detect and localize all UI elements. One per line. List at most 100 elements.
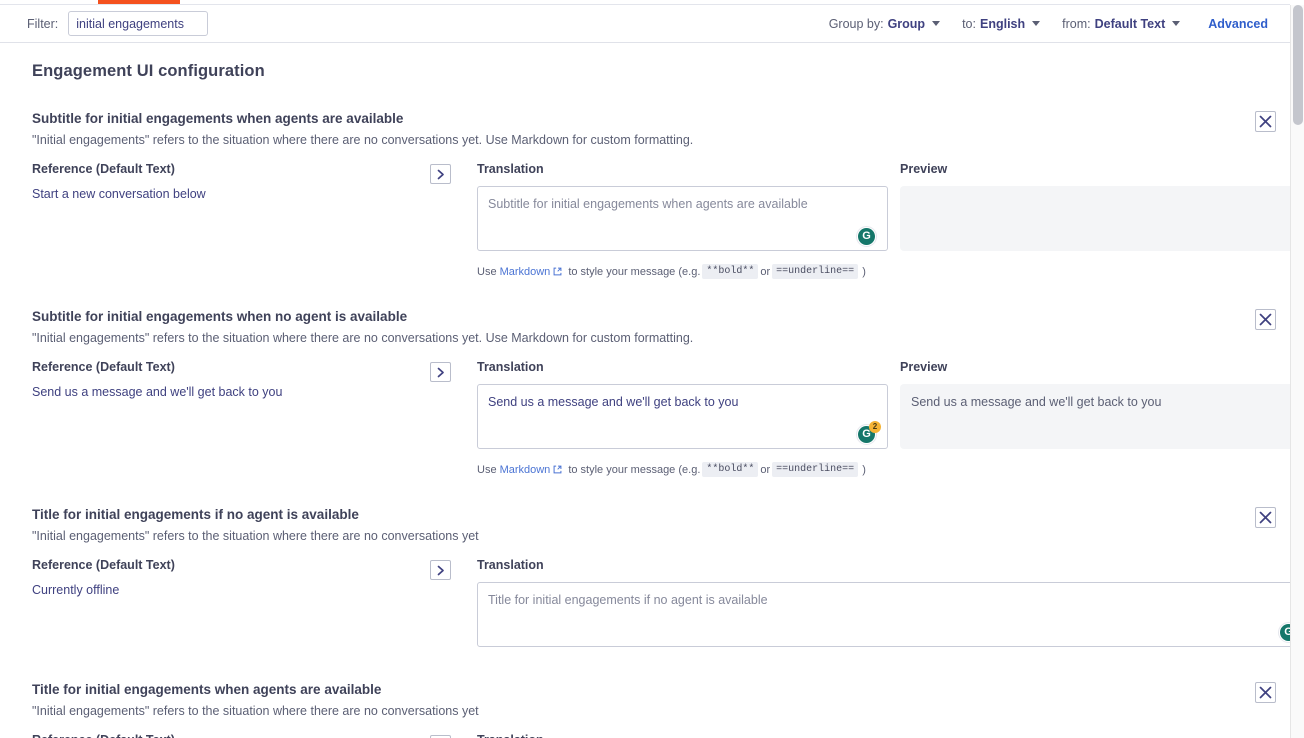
assistant-suggestion-count: 2 [869, 421, 881, 433]
markdown-underline-example: ==underline== [772, 462, 859, 477]
sections-list: Subtitle for initial engagements when ag… [0, 111, 1290, 738]
filter-input[interactable] [68, 11, 209, 36]
copy-reference-column [425, 162, 456, 184]
preview-column: Preview [900, 162, 1290, 251]
markdown-underline-example: ==underline== [772, 264, 859, 279]
chevron-down-icon[interactable] [1172, 21, 1181, 26]
section-columns: Reference (Default Text) Send us a messag… [32, 360, 1290, 477]
markdown-hint-close: ) [862, 265, 866, 278]
writing-assistant-glyph: G [1280, 624, 1290, 641]
remove-section-button[interactable] [1255, 111, 1276, 132]
vertical-scrollbar[interactable] [1290, 5, 1304, 738]
to-prefix: to: [962, 16, 976, 31]
writing-assistant-icon[interactable]: G [856, 226, 877, 247]
chevron-down-icon[interactable] [932, 21, 941, 26]
translation-label: Translation [477, 558, 544, 572]
reference-column: Reference (Default Text) Send us a messag… [32, 360, 425, 402]
markdown-hint-middle: to style your message (e.g. [568, 463, 701, 476]
reference-label: Reference (Default Text) [32, 360, 175, 374]
section-columns: Reference (Default Text) Start a new conv… [32, 162, 1290, 279]
chevron-down-icon[interactable] [1032, 21, 1041, 26]
section-description: "Initial engagements" refers to the situ… [32, 331, 694, 345]
markdown-link[interactable]: Markdown [500, 464, 551, 476]
markdown-hint-close: ) [862, 463, 866, 476]
translation-column: TranslationG [477, 733, 1290, 738]
translation-textarea[interactable] [477, 582, 1290, 647]
preview-label: Preview [900, 360, 948, 374]
markdown-bold-example: **bold** [702, 462, 759, 477]
preview-content [900, 186, 1290, 251]
copy-reference-button[interactable] [430, 164, 451, 184]
translation-section: Title for initial engagements if no agen… [0, 507, 1290, 652]
reference-label: Reference (Default Text) [32, 558, 175, 572]
markdown-hint: Use Markdown to style your message (e.g. **… [477, 264, 888, 279]
markdown-hint-or: or [760, 463, 771, 476]
reference-column: Reference (Default Text) Currently offlin… [32, 558, 425, 600]
section-title: Title for initial engagements if no agen… [32, 507, 359, 522]
external-link-icon [553, 465, 562, 474]
remove-section-button[interactable] [1255, 507, 1276, 528]
section-description: "Initial engagements" refers to the situ… [32, 529, 479, 543]
section-header: Title for initial engagements when agent… [32, 682, 1258, 718]
scrollbar-thumb[interactable] [1293, 5, 1303, 125]
markdown-hint-use: Use [477, 265, 497, 278]
preview-content: Send us a message and we'll get back to … [900, 384, 1290, 449]
section-header: Subtitle for initial engagements when no… [32, 309, 1258, 345]
preview-label: Preview [900, 162, 948, 176]
sections-scroll-area: Engagement UI configuration Subtitle for… [0, 44, 1290, 738]
group-by-prefix: Group by: [828, 16, 884, 31]
from-value[interactable]: Default Text [1095, 17, 1166, 31]
reference-column: Reference (Default Text) Start a new conv… [32, 162, 425, 204]
section-title: Subtitle for initial engagements when ag… [32, 111, 404, 126]
section-description: "Initial engagements" refers to the situ… [32, 133, 694, 147]
group-by-dropdown[interactable]: Group by: Group [828, 16, 941, 31]
translation-column: Translation G UseMarkdown to style your mes… [477, 162, 888, 279]
translation-label: Translation [477, 733, 1290, 738]
section-header: Subtitle for initial engagements when ag… [32, 111, 1258, 147]
source-language-dropdown[interactable]: from: Default Text [1062, 16, 1181, 31]
section-description: "Initial engagements" refers to the situ… [32, 704, 479, 718]
copy-reference-button[interactable] [430, 560, 451, 580]
markdown-hint: Use Markdown to style your message (e.g. **… [477, 462, 888, 477]
group-by-value[interactable]: Group [888, 17, 926, 31]
filter-toolbar: Filter: Group by: Group to: English from… [0, 5, 1290, 43]
external-link-icon [553, 267, 562, 276]
copy-reference-button[interactable] [430, 362, 451, 382]
to-value[interactable]: English [980, 17, 1025, 31]
from-prefix: from: [1062, 16, 1091, 31]
section-title: Title for initial engagements when agent… [32, 682, 382, 697]
translation-column: Translation Send us a message and we'll g… [477, 360, 888, 477]
translation-textarea[interactable]: Send us a message and we'll get back to … [477, 384, 888, 449]
markdown-hint-use: Use [477, 463, 497, 476]
reference-column: Reference (Default Text)We're here to he… [32, 733, 425, 738]
translation-input-wrapper: Send us a message and we'll get back to … [477, 384, 888, 454]
translation-input-wrapper: G [477, 582, 1290, 652]
translation-section: Title for initial engagements when agent… [0, 682, 1290, 738]
writing-assistant-glyph: G [858, 228, 875, 245]
translation-section: Subtitle for initial engagements when no… [0, 309, 1290, 477]
writing-assistant-icon[interactable]: G2 [856, 421, 881, 445]
advanced-link[interactable]: Advanced [1208, 17, 1268, 31]
remove-section-button[interactable] [1255, 309, 1276, 330]
reference-text: Currently offline [32, 583, 120, 597]
section-title: Subtitle for initial engagements when no… [32, 309, 408, 324]
filter-label: Filter: [27, 16, 59, 31]
section-header: Title for initial engagements if no agen… [32, 507, 1258, 543]
section-columns: Reference (Default Text)We're here to he… [32, 733, 1258, 738]
markdown-bold-example: **bold** [702, 264, 759, 279]
translation-textarea[interactable] [477, 186, 888, 251]
active-tab-indicator [98, 0, 180, 4]
markdown-link[interactable]: Markdown [500, 266, 551, 278]
reference-label: Reference (Default Text) [32, 162, 175, 176]
copy-reference-column [425, 360, 456, 382]
markdown-hint-middle: to style your message (e.g. [568, 265, 701, 278]
preview-column: Preview Send us a message and we'll get b… [900, 360, 1290, 449]
section-columns: Reference (Default Text) Currently offlin… [32, 558, 1290, 652]
remove-section-button[interactable] [1255, 682, 1276, 703]
translation-input-wrapper: G [477, 186, 888, 256]
translation-label: Translation [477, 162, 544, 176]
translation-label: Translation [477, 360, 544, 374]
translation-column: Translation G [477, 558, 1290, 652]
reference-text: Start a new conversation below [32, 187, 206, 201]
target-language-dropdown[interactable]: to: English [962, 16, 1041, 31]
